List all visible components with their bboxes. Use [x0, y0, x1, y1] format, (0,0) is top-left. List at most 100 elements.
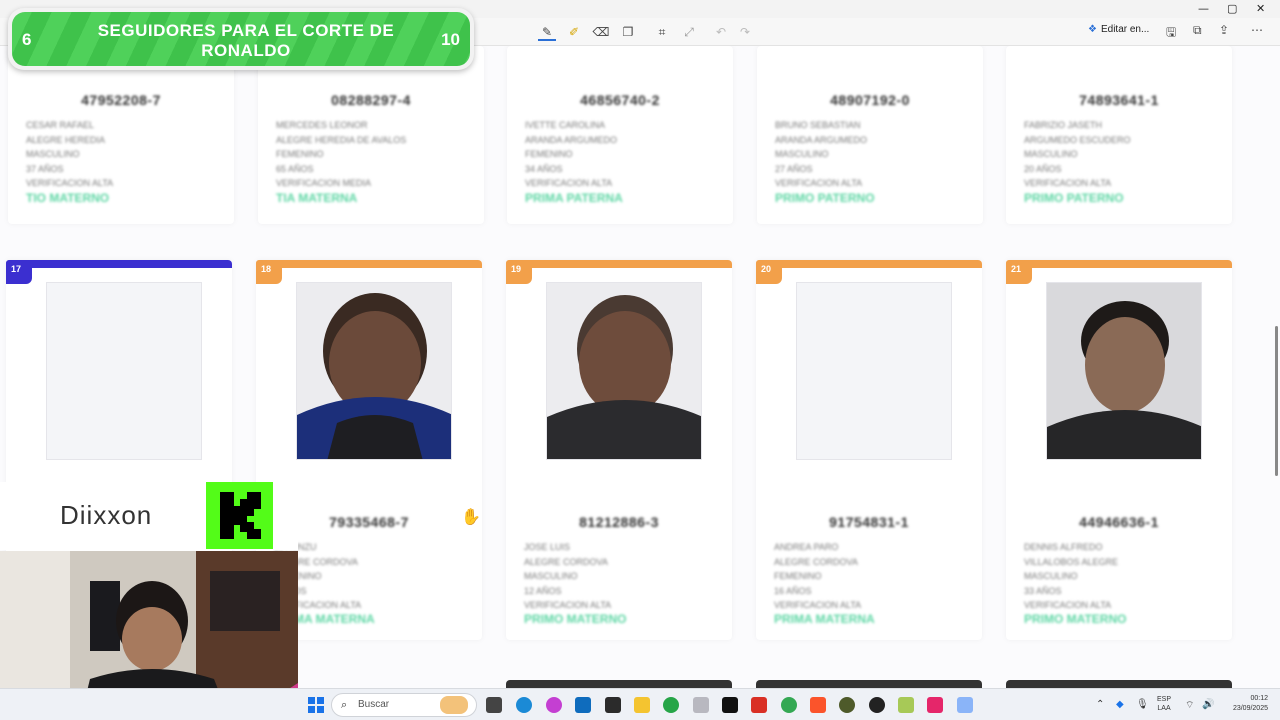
hand-cursor-icon: ✋	[461, 507, 481, 526]
streamer-name: Diixxon	[60, 500, 153, 530]
file-explorer-icon[interactable]	[634, 697, 650, 713]
person-info: CESAR RAFAEL ALEGRE HEREDIA MASCULINO 37 AÑ…	[26, 120, 114, 188]
microphone-icon[interactable]: 🎙	[1136, 699, 1149, 710]
app-icon[interactable]	[605, 697, 621, 713]
language-indicator[interactable]: ESP LAA	[1157, 695, 1171, 713]
adult-portrait	[1047, 301, 1201, 459]
dni-number: 46856740-2	[580, 92, 660, 108]
child-portrait	[297, 293, 451, 459]
app-icon[interactable]	[898, 697, 914, 713]
tiktok-studio-icon[interactable]	[927, 697, 943, 713]
next-card-edge	[1006, 680, 1232, 688]
family-card: 20 91754831-1 ANDREA PARO ALEGRE CORDOVA F…	[756, 260, 982, 640]
windows-taskbar: ⌕ Buscar ⌃ ◆ 🎙 ESP LAA ⌔ 🔊 00:12 23/09/2…	[0, 688, 1280, 720]
taskbar-clock[interactable]: 00:12 23/09/2025	[1222, 694, 1268, 714]
snipping-tool-icon[interactable]	[957, 697, 973, 713]
chrome-icon[interactable]	[781, 697, 797, 713]
family-card: 46856740-2 IVETTE CAROLINA ARANDA ARGUMED…	[507, 46, 733, 224]
shapes-icon[interactable]: ❐	[619, 23, 637, 41]
card-accent	[506, 260, 732, 268]
relation-label: PRIMA MATERNA	[774, 612, 875, 626]
family-card: 74893641-1 FABRIZIO JASETH ARGUMEDO ESCUD…	[1006, 46, 1232, 224]
dni-number: 44946636-1	[1079, 514, 1159, 530]
itunes-icon[interactable]	[693, 697, 709, 713]
card-accent	[256, 260, 482, 268]
brave-icon[interactable]	[810, 697, 826, 713]
relation-label: PRIMA PATERNA	[525, 191, 623, 205]
relation-label: PRIMO MATERNO	[524, 612, 627, 626]
app-icon[interactable]	[869, 697, 885, 713]
share-icon[interactable]: ⇪	[1219, 23, 1229, 37]
text-app-icon[interactable]	[751, 697, 767, 713]
edit-app-icon: ❖	[1088, 24, 1097, 35]
card-accent	[1006, 260, 1232, 268]
child-portrait	[547, 295, 701, 459]
family-card: 21 44946636-1 DENNIS ALFREDO VILLALOBOS A…	[1006, 260, 1232, 640]
edge-icon[interactable]	[516, 697, 532, 713]
dni-number: 91754831-1	[829, 514, 909, 530]
person-photo-empty	[796, 282, 952, 460]
dni-number: 81212886-3	[579, 514, 659, 530]
taskbar-search[interactable]: ⌕ Buscar	[331, 693, 477, 717]
person-info: ANDREA PARO ALEGRE CORDOVA FEMENINO 16 AÑOS…	[774, 542, 862, 610]
person-info: JOSE LUIS ALEGRE CORDOVA MASCULINO 12 AÑOS V…	[524, 542, 612, 610]
card-number: 21	[1006, 260, 1032, 284]
edit-in-button[interactable]: ❖ Editar en...	[1088, 24, 1149, 35]
redo-icon[interactable]: ↷	[736, 23, 754, 41]
fit-icon[interactable]: ⤢	[680, 23, 698, 41]
card-number: 20	[756, 260, 782, 284]
goal-current: 6	[22, 30, 32, 49]
draw-pen-icon[interactable]: ✎	[538, 23, 556, 41]
close-button[interactable]: ✕	[1256, 2, 1265, 15]
family-card: 19 81212886-3 JOSE LUIS ALEGRE CORDOVA MAS…	[506, 260, 732, 640]
task-view-icon[interactable]	[486, 697, 502, 713]
copilot-icon[interactable]	[546, 697, 562, 713]
relation-label: TIO MATERNO	[26, 191, 110, 205]
dni-number: 74893641-1	[1079, 92, 1159, 108]
dni-number: 47952208-7	[81, 92, 161, 108]
person-photo	[296, 282, 452, 460]
highlighter-icon[interactable]: ✐	[565, 23, 583, 41]
tray-expand-icon[interactable]: ⌃	[1096, 699, 1104, 710]
search-highlight-icon	[440, 696, 468, 714]
outlook-icon[interactable]	[575, 697, 591, 713]
follower-goal-widget: 6 SEGUIDORES PARA EL CORTE DE RONALDO 10	[8, 8, 474, 70]
card-number: 18	[256, 260, 282, 284]
streamer-brand: Diixxon	[0, 482, 298, 550]
person-info: MERCEDES LEONOR ALEGRE HEREDIA DE AVALOS F…	[276, 120, 407, 188]
minimize-button[interactable]: —	[1198, 2, 1209, 15]
media-player-icon[interactable]	[663, 697, 679, 713]
wifi-icon[interactable]: ⌔	[1185, 699, 1194, 712]
app-icon[interactable]	[839, 697, 855, 713]
card-accent	[756, 260, 982, 268]
undo-icon[interactable]: ↶	[712, 23, 730, 41]
maximize-button[interactable]: ▢	[1227, 2, 1237, 15]
search-icon: ⌕	[341, 698, 348, 711]
relation-label: PRIMO PATERNO	[775, 191, 875, 205]
tiktok-icon[interactable]	[722, 697, 738, 713]
goal-progress-bar: 6 SEGUIDORES PARA EL CORTE DE RONALDO 10	[12, 12, 470, 66]
copy-icon[interactable]: ⧉	[1193, 23, 1202, 38]
relation-label: PRIMO PATERNO	[1024, 191, 1124, 205]
family-card: 08288297-4 MERCEDES LEONOR ALEGRE HEREDIA…	[258, 46, 484, 224]
goal-title: SEGUIDORES PARA EL CORTE DE RONALDO	[97, 21, 395, 60]
scrollbar-thumb[interactable]	[1275, 326, 1278, 476]
relation-label: TIA MATERNA	[276, 191, 358, 205]
person-photo-empty	[46, 282, 202, 460]
eraser-icon[interactable]: ⌫	[592, 23, 610, 41]
tray-app-icon[interactable]: ◆	[1116, 699, 1124, 710]
kick-logo-icon	[206, 482, 273, 549]
save-icon[interactable]: 🖫	[1166, 23, 1176, 44]
dni-number: 08288297-4	[331, 92, 411, 108]
windows-start-icon[interactable]	[308, 697, 324, 713]
volume-icon[interactable]: 🔊	[1202, 699, 1214, 710]
person-photo	[546, 282, 702, 460]
search-placeholder: Buscar	[358, 699, 390, 710]
person-info: IVETTE CAROLINA ARANDA ARGUMEDO FEMENINO 34…	[525, 120, 618, 188]
person-info: DENNIS ALFREDO VILLALOBOS ALEGRE MASCULINO…	[1024, 542, 1119, 610]
card-number: 19	[506, 260, 532, 284]
dni-number: 48907192-0	[830, 92, 910, 108]
crop-icon[interactable]: ⌗	[653, 23, 671, 41]
card-accent	[6, 260, 232, 268]
more-icon[interactable]: ⋯	[1251, 23, 1263, 37]
